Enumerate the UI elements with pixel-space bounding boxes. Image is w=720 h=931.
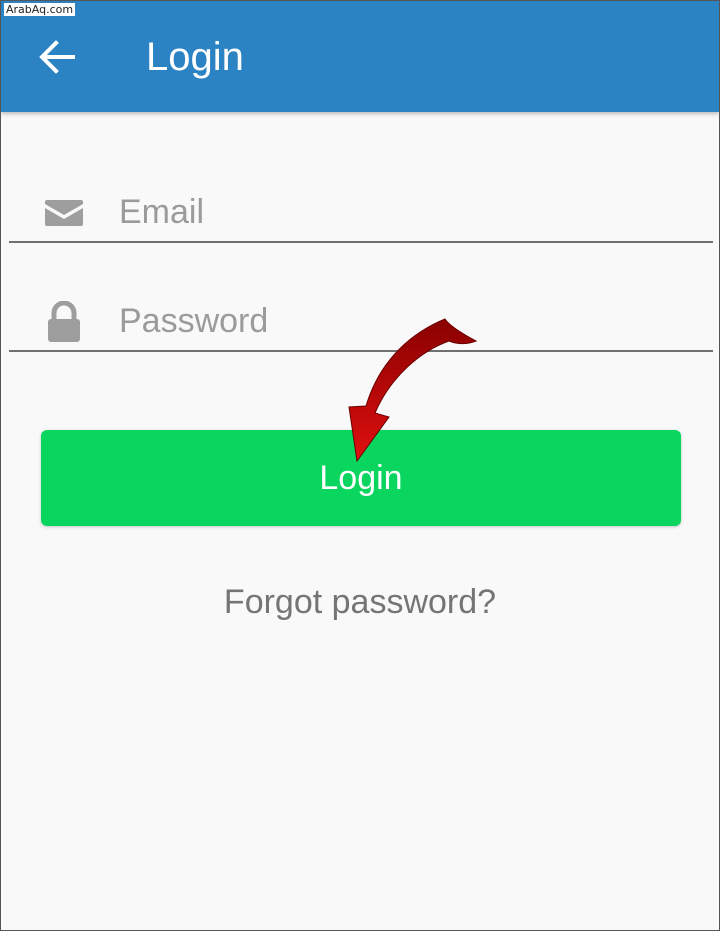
forgot-password-link[interactable]: Forgot password? xyxy=(1,583,719,622)
lock-icon xyxy=(39,300,89,344)
back-button[interactable] xyxy=(31,31,83,83)
arrow-left-icon xyxy=(39,40,75,74)
watermark: ArabAq.com xyxy=(4,3,76,16)
login-button[interactable]: Login xyxy=(41,430,681,526)
page-title: Login xyxy=(146,35,244,79)
email-field-row xyxy=(9,183,713,243)
app-bar: Login xyxy=(1,1,719,112)
app-screen: ArabAq.com Login Login Forgot password? xyxy=(0,0,720,931)
password-input[interactable] xyxy=(119,292,699,350)
password-field-row xyxy=(9,292,713,352)
email-input[interactable] xyxy=(119,183,699,241)
envelope-icon xyxy=(39,191,89,235)
